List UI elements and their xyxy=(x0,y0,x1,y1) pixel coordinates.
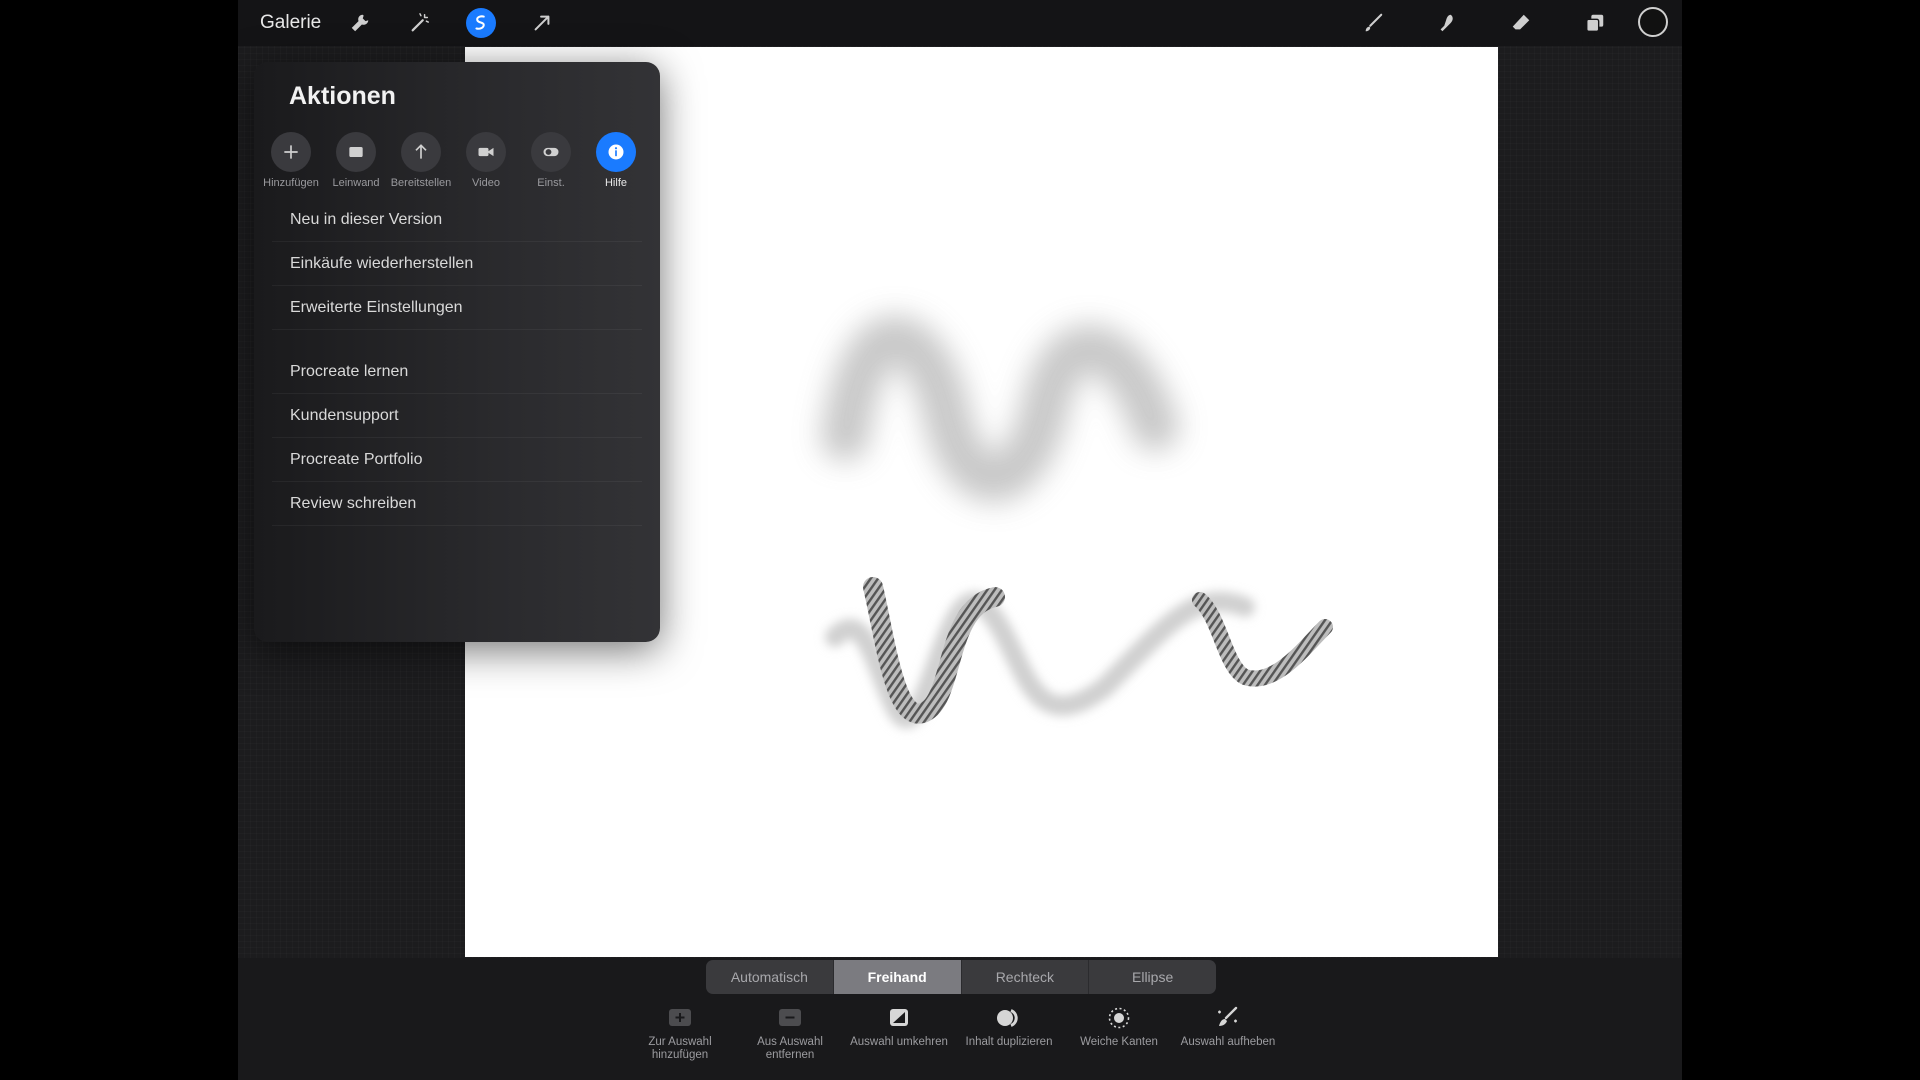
wrench-icon[interactable] xyxy=(345,8,375,38)
tool-label: Weiche Kanten xyxy=(1080,1036,1158,1048)
feather-icon xyxy=(1108,1007,1130,1029)
gallery-button[interactable]: Galerie xyxy=(260,12,321,34)
transform-arrow-icon[interactable] xyxy=(527,8,557,38)
top-toolbar: Galerie xyxy=(238,0,1682,46)
selection-icon[interactable] xyxy=(466,8,496,38)
procreate-app: Galerie Aktionen Hinzufügen Leinwand Ber… xyxy=(238,0,1682,1080)
clear-selection-button[interactable]: Auswahl aufheben xyxy=(1173,1006,1283,1049)
invert-selection-button[interactable]: Auswahl umkehren xyxy=(844,1006,954,1049)
menu-item-portfolio[interactable]: Procreate Portfolio xyxy=(272,438,642,482)
tab-bereitstellen[interactable]: Bereitstellen xyxy=(389,132,453,189)
menu-item-support[interactable]: Kundensupport xyxy=(272,394,642,438)
menu-item-review[interactable]: Review schreiben xyxy=(272,482,642,526)
brush-icon[interactable] xyxy=(1358,8,1388,38)
magic-wand-icon[interactable] xyxy=(405,8,435,38)
duplicate-button[interactable]: Inhalt duplizieren xyxy=(954,1006,1064,1049)
tab-einst[interactable]: Einst. xyxy=(519,132,583,189)
tab-video[interactable]: Video xyxy=(454,132,518,189)
plus-icon xyxy=(271,132,311,172)
mode-rechteck[interactable]: Rechteck xyxy=(962,960,1090,994)
remove-selection-button[interactable]: Aus Auswahl entfernen xyxy=(735,1006,845,1062)
actions-popover: Aktionen Hinzufügen Leinwand Bereitstell… xyxy=(254,62,660,642)
tab-leinwand[interactable]: Leinwand xyxy=(324,132,388,189)
tool-label: Inhalt duplizieren xyxy=(965,1036,1053,1048)
toggle-icon xyxy=(531,132,571,172)
smudge-icon[interactable] xyxy=(1432,8,1462,38)
info-icon xyxy=(596,132,636,172)
duplicate-icon xyxy=(997,1009,1018,1027)
remove-selection-icon xyxy=(779,1009,801,1026)
invert-selection-icon xyxy=(890,1009,908,1026)
eraser-icon[interactable] xyxy=(1506,8,1536,38)
tab-label: Bereitstellen xyxy=(390,177,452,189)
tool-label: entfernen xyxy=(765,1049,815,1061)
menu-item-neu[interactable]: Neu in dieser Version xyxy=(272,198,642,242)
menu-item-lernen[interactable]: Procreate lernen xyxy=(272,350,642,394)
canvas-icon xyxy=(336,132,376,172)
tab-label: Video xyxy=(472,177,500,189)
menu-item-einkaeufe[interactable]: Einkäufe wiederherstellen xyxy=(272,242,642,286)
mode-automatisch[interactable]: Automatisch xyxy=(706,960,834,994)
tool-label: Zur Auswahl xyxy=(648,1036,712,1048)
add-selection-button[interactable]: Zur Auswahl hinzufügen xyxy=(625,1006,735,1062)
menu-item-erweitert[interactable]: Erweiterte Einstellungen xyxy=(272,286,642,330)
mode-freihand[interactable]: Freihand xyxy=(833,960,962,994)
tab-label: Hinzufügen xyxy=(263,177,319,189)
video-icon xyxy=(466,132,506,172)
share-arrow-icon xyxy=(401,132,441,172)
tab-label: Leinwand xyxy=(332,177,380,189)
tab-hinzufuegen[interactable]: Hinzufügen xyxy=(259,132,323,189)
add-selection-icon xyxy=(669,1009,691,1026)
airbrush-stroke xyxy=(821,315,1179,503)
color-icon[interactable] xyxy=(1638,7,1668,37)
tab-label: Hilfe xyxy=(604,177,627,189)
mode-ellipse[interactable]: Ellipse xyxy=(1089,960,1216,994)
feather-button[interactable]: Weiche Kanten xyxy=(1064,1006,1174,1049)
selection-toolbar: Automatisch Freihand Rechteck Ellipse Zu… xyxy=(238,958,1682,1080)
actions-title: Aktionen xyxy=(289,82,396,110)
tool-label: hinzufügen xyxy=(651,1049,709,1061)
selection-mode-control: Automatisch Freihand Rechteck Ellipse xyxy=(706,960,1216,994)
tab-label: Einst. xyxy=(537,177,565,189)
layers-icon[interactable] xyxy=(1580,8,1610,38)
tool-label: Auswahl umkehren xyxy=(850,1036,948,1048)
tool-label: Auswahl aufheben xyxy=(1180,1036,1276,1048)
clear-selection-icon xyxy=(1218,1006,1238,1026)
tool-label: Aus Auswahl xyxy=(757,1036,823,1048)
tab-hilfe[interactable]: Hilfe xyxy=(584,132,648,189)
